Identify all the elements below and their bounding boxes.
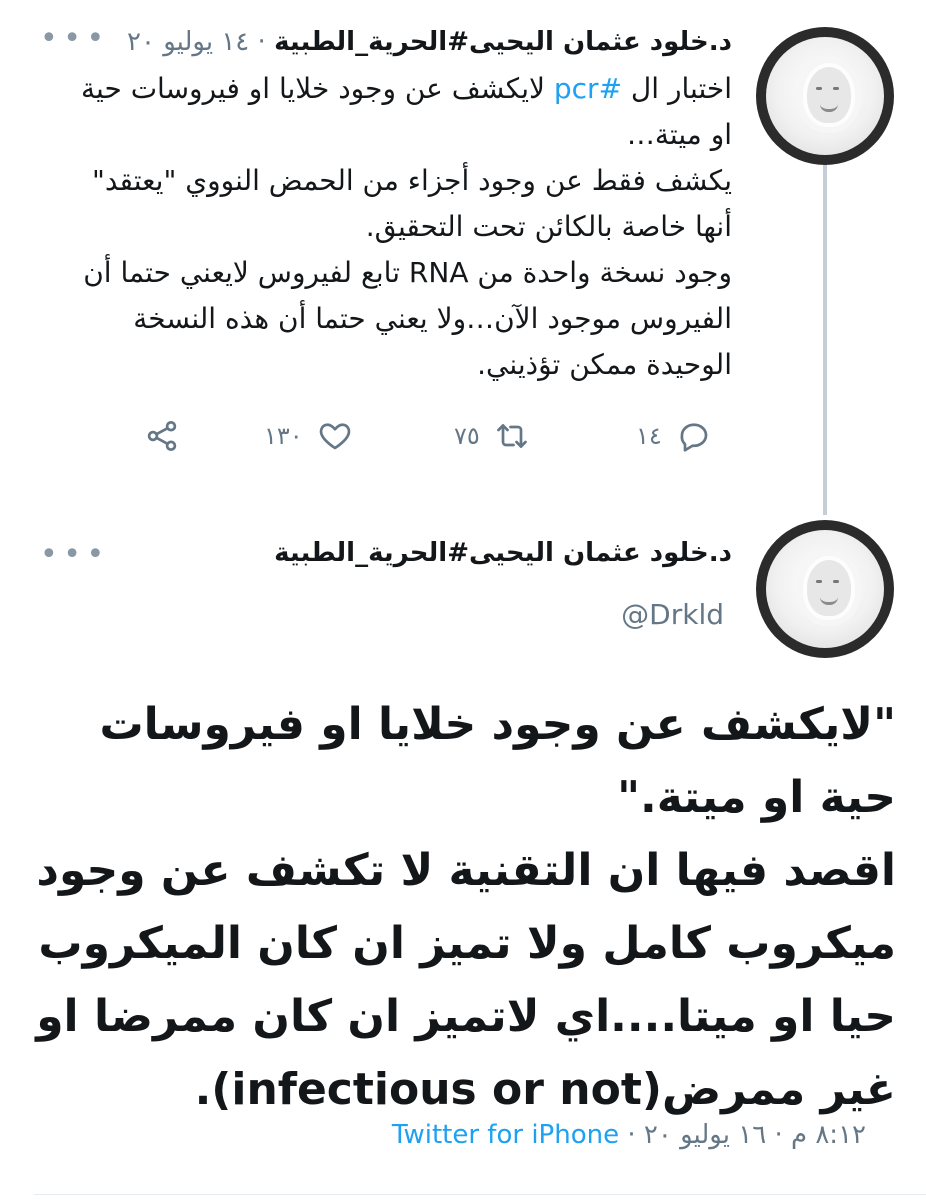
like-count: ١٣٠ <box>264 422 303 450</box>
main-tweet-text: "لايكشف عن وجود خلايا او فيروسات حية او … <box>36 699 896 1115</box>
main-tweet: • • • د.خلود عثمان اليحيى#الحرية_الطبية … <box>0 510 926 1200</box>
hashtag-link[interactable]: #pcr <box>554 72 622 105</box>
share-action[interactable] <box>144 418 180 454</box>
heart-icon[interactable] <box>317 418 353 454</box>
tweet-meta: ٨:١٢ م · ١٦ يوليو ٢٠ · Twitter for iPhon… <box>392 1120 866 1150</box>
reply-tweet-text: اختبار ال #pcr لايكشف عن وجود خلايا او ف… <box>52 66 732 388</box>
reply-header: د.خلود عثمان اليحيى#الحرية_الطبية · ١٤ ي… <box>92 24 732 60</box>
tweet-text-start: اختبار ال <box>622 72 732 105</box>
reply-tweet[interactable]: • • • د.خلود عثمان اليحيى#الحرية_الطبية … <box>0 0 926 515</box>
tweet-date[interactable]: ١٤ يوليو ٢٠ <box>127 27 249 57</box>
avatar-photo <box>766 530 884 648</box>
retweet-action[interactable]: ٧٥ <box>454 418 530 454</box>
tweet-date: ١٦ يوليو ٢٠ <box>643 1120 767 1150</box>
reply-icon[interactable] <box>676 418 712 454</box>
retweet-icon[interactable] <box>494 418 530 454</box>
tweet-source[interactable]: Twitter for iPhone <box>392 1120 619 1150</box>
avatar[interactable] <box>756 27 894 165</box>
like-action[interactable]: ١٣٠ <box>264 418 353 454</box>
thread-line <box>823 165 827 515</box>
retweet-count: ٧٥ <box>454 422 480 450</box>
avatar[interactable] <box>756 520 894 658</box>
more-icon[interactable]: • • • <box>40 540 104 570</box>
divider <box>34 1194 926 1195</box>
share-icon[interactable] <box>144 418 180 454</box>
author-handle[interactable]: @Drkld <box>621 598 724 631</box>
reply-action[interactable]: ١٤ <box>636 418 712 454</box>
reply-count: ١٤ <box>636 422 662 450</box>
tweet-text-rest: لايكشف عن وجود خلايا او فيروسات حية او م… <box>81 72 732 381</box>
avatar-photo <box>766 37 884 155</box>
separator: · <box>257 27 266 57</box>
separator: · <box>627 1120 636 1150</box>
author-name[interactable]: د.خلود عثمان اليحيى#الحرية_الطبية <box>274 27 732 57</box>
separator: · <box>774 1120 783 1150</box>
author-name[interactable]: د.خلود عثمان اليحيى#الحرية_الطبية <box>132 538 732 568</box>
tweet-time: ٨:١٢ م <box>790 1120 866 1150</box>
